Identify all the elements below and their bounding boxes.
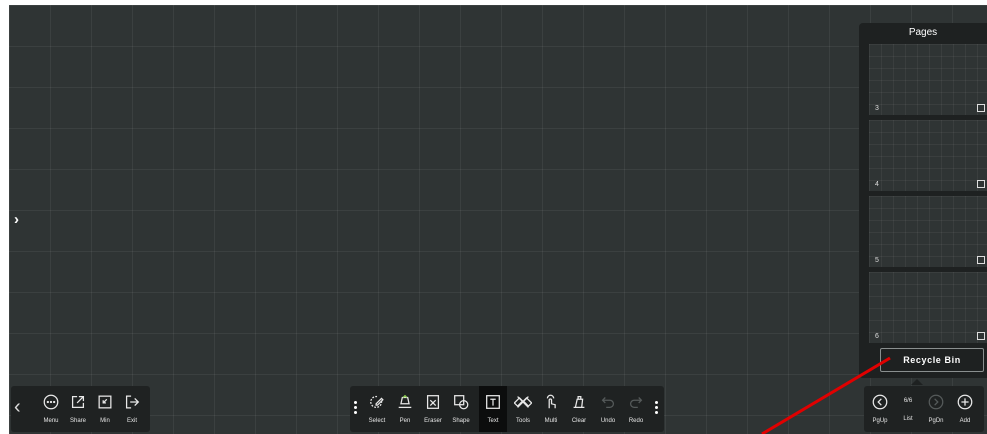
page-thumbnail[interactable]: 6: [869, 272, 987, 343]
multi-label: Multi: [544, 418, 558, 424]
eraser-icon: [423, 392, 443, 412]
pen-icon: [395, 392, 415, 412]
delete-page-icon[interactable]: [977, 332, 985, 340]
page-nav-toolbar: PgUp 6/6 List PgDn Add: [864, 386, 984, 432]
text-icon: [483, 392, 503, 412]
clear-icon: [569, 392, 589, 412]
pen-tool-button[interactable]: Pen: [392, 386, 418, 432]
multi-touch-button[interactable]: Multi: [538, 386, 564, 432]
min-button[interactable]: Min: [92, 386, 118, 432]
toolbar-left-grip-icon[interactable]: [354, 401, 358, 416]
page-number: 5: [875, 257, 879, 264]
text-label: Text: [487, 418, 499, 424]
page-list-button[interactable]: 6/6 List: [895, 386, 921, 432]
redo-button[interactable]: Redo: [623, 386, 649, 432]
menu-label: Menu: [43, 418, 59, 424]
tools-label: Tools: [515, 418, 530, 424]
exit-label: Exit: [126, 418, 137, 424]
select-label: Select: [368, 418, 386, 424]
eraser-tool-button[interactable]: Eraser: [420, 386, 446, 432]
page-thumbnail[interactable]: 3: [869, 44, 987, 115]
clear-button[interactable]: Clear: [566, 386, 592, 432]
share-label: Share: [69, 418, 86, 424]
page-number: 4: [875, 181, 879, 188]
eraser-label: Eraser: [424, 418, 442, 424]
plus-circle-icon: [955, 392, 975, 412]
delete-page-icon[interactable]: [977, 104, 985, 112]
page-thumbnail[interactable]: 5: [869, 196, 987, 267]
undo-label: Undo: [600, 418, 616, 424]
exit-icon: [122, 392, 142, 412]
recycle-bin-button[interactable]: Recycle Bin: [880, 348, 984, 372]
chevron-left-circle-icon: [870, 392, 890, 412]
page-thumbnail[interactable]: 4: [869, 120, 987, 191]
redo-icon: [626, 392, 646, 412]
whiteboard-canvas[interactable]: [9, 5, 987, 434]
exit-button[interactable]: Exit: [119, 386, 145, 432]
pages-title: Pages: [908, 27, 938, 38]
select-icon: [367, 392, 387, 412]
delete-page-icon[interactable]: [977, 256, 985, 264]
recycle-bin-label: Recycle Bin: [903, 355, 961, 365]
min-label: Min: [100, 418, 110, 424]
redo-label: Redo: [628, 418, 644, 424]
multi-touch-icon: [541, 392, 561, 412]
pgdn-label: PgDn: [928, 418, 944, 424]
shape-icon: [451, 392, 471, 412]
tools-icon: [513, 392, 533, 412]
main-toolbar: Select Pen Eraser Shape Text Tools Multi…: [350, 386, 664, 432]
page-number: 6: [875, 333, 879, 340]
pages-panel: Pages 3 4 5 6: [859, 23, 987, 378]
add-page-button[interactable]: Add: [952, 386, 978, 432]
collapse-arrow-icon[interactable]: ‹: [14, 396, 21, 419]
page-number: 3: [875, 105, 879, 112]
text-tool-button[interactable]: Text: [479, 386, 507, 432]
tools-button[interactable]: Tools: [510, 386, 536, 432]
pages-panel-pointer: [911, 379, 923, 385]
page-counter: 6/6: [903, 398, 913, 404]
undo-icon: [598, 392, 618, 412]
undo-button[interactable]: Undo: [595, 386, 621, 432]
list-label: List: [903, 416, 913, 422]
page-down-button[interactable]: PgDn: [923, 386, 949, 432]
share-button[interactable]: Share: [65, 386, 91, 432]
side-handle-icon[interactable]: ›: [14, 211, 19, 228]
menu-button[interactable]: Menu: [38, 386, 64, 432]
minimize-icon: [95, 392, 115, 412]
page-up-button[interactable]: PgUp: [867, 386, 893, 432]
toolbar-right-grip-icon[interactable]: [655, 401, 659, 416]
pen-label: Pen: [399, 418, 411, 424]
add-label: Add: [959, 418, 971, 424]
shape-tool-button[interactable]: Shape: [448, 386, 474, 432]
delete-page-icon[interactable]: [977, 180, 985, 188]
menu-icon: [41, 392, 61, 412]
select-tool-button[interactable]: Select: [364, 386, 390, 432]
shape-label: Shape: [452, 418, 470, 424]
share-icon: [68, 392, 88, 412]
clear-label: Clear: [571, 418, 587, 424]
pgup-label: PgUp: [872, 418, 888, 424]
chevron-right-circle-icon: [926, 392, 946, 412]
left-toolbar: ‹ Menu Share Min Exit: [11, 386, 150, 432]
